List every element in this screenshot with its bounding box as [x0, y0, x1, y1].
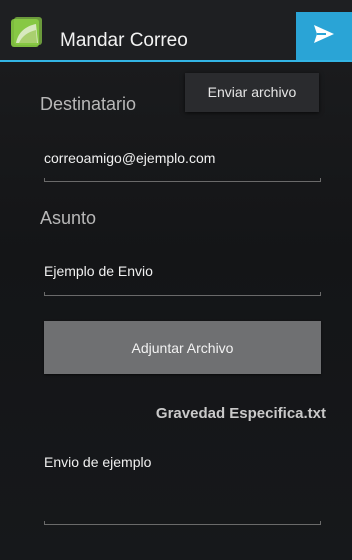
subject-label: Asunto: [40, 208, 97, 228]
message-field[interactable]: Envio de ejemplo: [44, 454, 321, 470]
attached-file-name: Gravedad Especifica.txt: [155, 405, 326, 422]
recipient-label: Destinatario: [40, 94, 137, 114]
subject-field[interactable]: Ejemplo de Envio: [44, 263, 321, 279]
app-title: Mandar Correo: [60, 30, 188, 51]
recipient-underline: [44, 178, 321, 182]
android-app-icon[interactable]: [10, 16, 46, 50]
overflow-menu-item-send-file[interactable]: Enviar archivo: [185, 73, 319, 112]
message-underline: [44, 521, 321, 525]
action-bar: Mandar Correo: [0, 0, 352, 62]
subject-underline: [44, 292, 321, 296]
send-button[interactable]: [296, 12, 352, 60]
recipient-field[interactable]: correoamigo@ejemplo.com: [44, 150, 321, 166]
attach-file-button[interactable]: Adjuntar Archivo: [44, 321, 321, 374]
send-icon: [313, 24, 335, 49]
send-mail-screen: Mandar Correo Enviar archivo Destinatari…: [0, 0, 352, 560]
